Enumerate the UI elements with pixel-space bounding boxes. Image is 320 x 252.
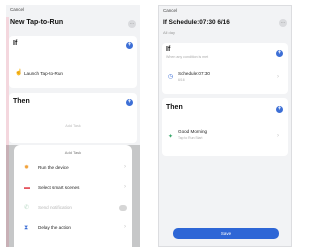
right-screen: Cancel If Schedule:07:30 6/16 All day ··… [158,5,292,247]
sheet-item-delay-action[interactable]: ⧗ Delay the action › [14,220,132,240]
sheet-item-label: Delay the action [38,225,71,230]
add-condition-icon[interactable]: + [126,42,133,49]
lightbulb-icon: ✹ [24,165,30,171]
condition-sub: 6/16 [178,78,185,82]
sheet-item-label: Select smart scenes [38,185,80,190]
action-sub: Tap to Run:Start [178,136,203,140]
more-icon[interactable]: ··· [128,20,136,28]
chevron-right-icon: › [277,133,279,139]
leaf-icon: ✦ [168,134,174,140]
page-title: If Schedule:07:30 6/16 [163,19,230,26]
chevron-right-icon: › [277,74,279,80]
page-subtitle: All day [163,30,176,35]
add-task-icon[interactable]: + [126,99,133,106]
more-icon[interactable]: ··· [279,19,287,27]
if-label: If [166,46,171,53]
then-card: Then + ✦ Good Morning Tap to Run:Start › [162,98,288,156]
add-task-hint: Add Task [65,124,81,128]
add-task-sheet: Add Task ✹ Run the device › ▬ Select sma… [14,145,132,247]
if-hint[interactable]: When any condition is met [166,55,208,59]
left-screen: Cancel New Tap-to-Run ··· If + ☝ Launch … [6,5,140,247]
condition-label: Launch Tap-to-Run [24,71,63,76]
if-label: If [13,40,18,47]
sheet-item-label: Run the device [38,165,69,170]
if-card: If When any condition is met + ◷ Schedul… [162,43,288,94]
then-label: Then [13,98,30,105]
sheet-item-label: Send notification [38,205,72,210]
notification-icon: ✆ [24,205,30,211]
cancel-button[interactable]: Cancel [163,8,177,13]
add-condition-icon[interactable]: + [276,50,283,57]
hourglass-icon: ⧗ [24,225,29,231]
scenes-icon: ▬ [24,185,30,191]
then-label: Then [166,104,183,111]
chevron-right-icon: › [124,184,126,190]
save-button[interactable]: Save [173,228,279,239]
if-card: If + ☝ Launch Tap-to-Run [9,36,137,88]
sheet-item-send-notification[interactable]: ✆ Send notification [14,200,132,220]
notification-toggle[interactable] [119,205,127,211]
cancel-button[interactable]: Cancel [10,7,24,12]
sheet-item-smart-scenes[interactable]: ▬ Select smart scenes › [14,180,132,200]
clock-icon: ◷ [168,74,174,80]
chevron-right-icon: › [124,224,126,230]
then-card: Then + [9,93,137,143]
chevron-right-icon: › [124,164,126,170]
condition-title: Schedule:07:30 [178,71,210,76]
tap-icon: ☝ [15,70,23,76]
sheet-title: Add Task [64,150,82,155]
action-title: Good Morning [178,129,208,134]
add-task-icon[interactable]: + [276,106,283,113]
sheet-item-run-device[interactable]: ✹ Run the device › [14,160,132,180]
page-title: New Tap-to-Run [10,19,64,26]
